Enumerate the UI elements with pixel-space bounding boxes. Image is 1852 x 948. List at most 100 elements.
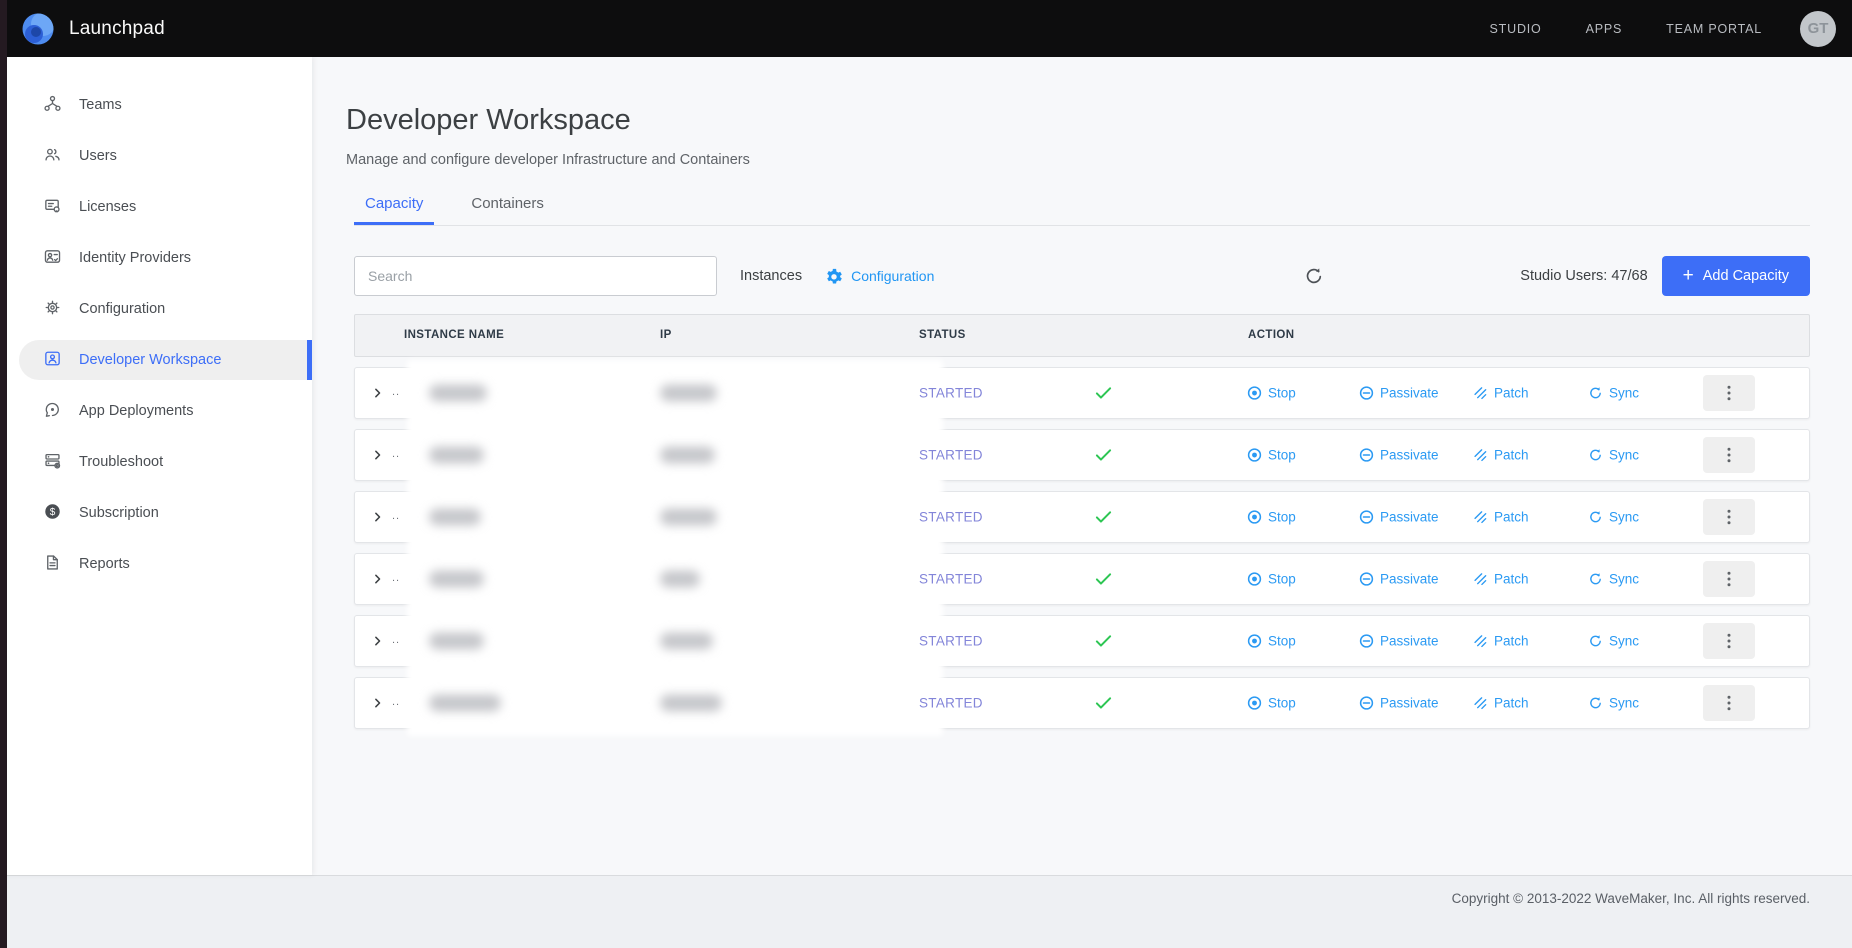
page-title: Developer Workspace <box>346 104 1810 137</box>
table-row[interactable]: .. STARTED Stop <box>354 429 1810 481</box>
sidebar: Teams Users Licenses Identity Providers … <box>0 57 312 875</box>
status-badge: STARTED <box>919 386 983 401</box>
sync-action[interactable]: Sync <box>1588 634 1639 649</box>
copyright-text: Copyright © 2013-2022 WaveMaker, Inc. Al… <box>1452 891 1810 948</box>
footer: Copyright © 2013-2022 WaveMaker, Inc. Al… <box>0 875 1852 948</box>
row-menu-button[interactable] <box>1703 623 1755 659</box>
expand-chevron-icon[interactable] <box>371 573 384 586</box>
kebab-icon <box>1727 633 1731 649</box>
nav-apps[interactable]: APPS <box>1586 22 1623 36</box>
passivate-action[interactable]: Passivate <box>1359 448 1439 463</box>
ip-redacted <box>660 447 715 464</box>
add-capacity-button[interactable]: + Add Capacity <box>1662 256 1810 296</box>
kebab-icon <box>1727 385 1731 401</box>
patch-action[interactable]: Patch <box>1473 386 1529 401</box>
table-row[interactable]: .. STARTED Stop <box>354 491 1810 543</box>
stop-action[interactable]: Stop <box>1247 634 1296 649</box>
stop-action[interactable]: Stop <box>1247 696 1296 711</box>
sync-icon <box>1588 510 1603 525</box>
sidebar-item-reports[interactable]: Reports <box>0 544 312 584</box>
patch-label: Patch <box>1494 386 1529 401</box>
stop-action[interactable]: Stop <box>1247 448 1296 463</box>
passivate-icon <box>1359 572 1374 587</box>
search-input[interactable] <box>354 256 717 296</box>
configuration-link[interactable]: Configuration <box>826 268 934 285</box>
passivate-icon <box>1359 510 1374 525</box>
status-check-icon <box>1095 696 1112 710</box>
avatar[interactable]: GT <box>1800 11 1836 47</box>
instances-table: INSTANCE NAME IP STATUS ACTION .. STA <box>354 314 1810 729</box>
row-menu-button[interactable] <box>1703 561 1755 597</box>
patch-action[interactable]: Patch <box>1473 572 1529 587</box>
expand-chevron-icon[interactable] <box>371 697 384 710</box>
sync-action[interactable]: Sync <box>1588 696 1639 711</box>
identity-providers-icon <box>43 247 62 270</box>
patch-action[interactable]: Patch <box>1473 448 1529 463</box>
sidebar-item-label: Licenses <box>79 199 136 215</box>
sync-action[interactable]: Sync <box>1588 572 1639 587</box>
patch-icon <box>1473 386 1488 401</box>
table-body: .. STARTED Stop <box>354 367 1810 729</box>
sidebar-item-configuration[interactable]: Configuration <box>0 289 312 329</box>
sidebar-item-label: Users <box>79 148 117 164</box>
tab-containers[interactable]: Containers <box>460 195 555 225</box>
sidebar-item-troubleshoot[interactable]: Troubleshoot <box>0 442 312 482</box>
kebab-icon <box>1727 509 1731 525</box>
stop-action[interactable]: Stop <box>1247 510 1296 525</box>
row-menu-button[interactable] <box>1703 499 1755 535</box>
refresh-icon[interactable] <box>1304 266 1324 286</box>
sync-action[interactable]: Sync <box>1588 386 1639 401</box>
patch-action[interactable]: Patch <box>1473 634 1529 649</box>
sidebar-item-users[interactable]: Users <box>0 136 312 176</box>
table-row[interactable]: .. STARTED Stop <box>354 615 1810 667</box>
sidebar-item-teams[interactable]: Teams <box>0 85 312 125</box>
passivate-label: Passivate <box>1380 696 1439 711</box>
nav-studio[interactable]: STUDIO <box>1490 22 1542 36</box>
patch-icon <box>1473 510 1488 525</box>
sync-label: Sync <box>1609 448 1639 463</box>
passivate-action[interactable]: Passivate <box>1359 696 1439 711</box>
tab-capacity[interactable]: Capacity <box>354 195 434 225</box>
svg-text:$: $ <box>50 506 56 517</box>
sidebar-item-developer-workspace[interactable]: Developer Workspace <box>19 340 312 380</box>
status-check-icon <box>1095 386 1112 400</box>
ip-redacted <box>660 571 700 588</box>
sync-action[interactable]: Sync <box>1588 510 1639 525</box>
table-row[interactable]: .. STARTED Stop <box>354 553 1810 605</box>
sync-label: Sync <box>1609 386 1639 401</box>
row-menu-button[interactable] <box>1703 437 1755 473</box>
table-row[interactable]: .. STARTED Stop <box>354 677 1810 729</box>
table-row[interactable]: .. STARTED Stop <box>354 367 1810 419</box>
teams-icon <box>43 94 62 117</box>
ip-redacted <box>660 385 717 402</box>
patch-action[interactable]: Patch <box>1473 696 1529 711</box>
row-menu-button[interactable] <box>1703 375 1755 411</box>
expand-chevron-icon[interactable] <box>371 449 384 462</box>
sync-icon <box>1588 634 1603 649</box>
expand-chevron-icon[interactable] <box>371 387 384 400</box>
stop-action[interactable]: Stop <box>1247 386 1296 401</box>
column-header-instance-name: INSTANCE NAME <box>404 315 504 356</box>
sidebar-item-licenses[interactable]: Licenses <box>0 187 312 227</box>
stop-label: Stop <box>1268 634 1296 649</box>
passivate-action[interactable]: Passivate <box>1359 510 1439 525</box>
sidebar-item-app-deployments[interactable]: App Deployments <box>0 391 312 431</box>
sync-action[interactable]: Sync <box>1588 448 1639 463</box>
expand-chevron-icon[interactable] <box>371 511 384 524</box>
launchpad-logo-icon <box>20 11 56 47</box>
sidebar-item-label: App Deployments <box>79 403 193 419</box>
sidebar-item-identity-providers[interactable]: Identity Providers <box>0 238 312 278</box>
row-menu-button[interactable] <box>1703 685 1755 721</box>
passivate-action[interactable]: Passivate <box>1359 386 1439 401</box>
status-badge: STARTED <box>919 696 983 711</box>
passivate-action[interactable]: Passivate <box>1359 634 1439 649</box>
patch-action[interactable]: Patch <box>1473 510 1529 525</box>
expand-chevron-icon[interactable] <box>371 635 384 648</box>
users-icon <box>43 145 62 168</box>
nav-team-portal[interactable]: TEAM PORTAL <box>1666 22 1762 36</box>
toolbar: Instances Configuration Studio Users: 47… <box>354 256 1810 296</box>
passivate-action[interactable]: Passivate <box>1359 572 1439 587</box>
stop-action[interactable]: Stop <box>1247 572 1296 587</box>
patch-icon <box>1473 696 1488 711</box>
sidebar-item-subscription[interactable]: $ Subscription <box>0 493 312 533</box>
